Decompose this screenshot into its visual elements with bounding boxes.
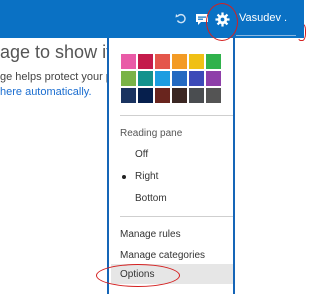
gear-icon[interactable] [209,0,235,38]
theme-swatch[interactable] [138,54,153,69]
reading-pane-right[interactable]: Right [135,171,158,182]
theme-swatch[interactable] [189,71,204,86]
options-item[interactable]: Options [120,269,154,280]
theme-swatch[interactable] [138,71,153,86]
theme-swatch[interactable] [172,88,187,103]
background-text: ge helps protect your priv [0,71,124,83]
theme-swatch[interactable] [206,71,221,86]
theme-swatch[interactable] [172,54,187,69]
selected-bullet-icon [122,175,126,179]
theme-swatch[interactable] [189,54,204,69]
user-name[interactable]: Vasudev . [239,12,287,24]
theme-swatch[interactable] [155,88,170,103]
reading-pane-off[interactable]: Off [135,149,148,160]
theme-swatch[interactable] [155,54,170,69]
reading-pane-label: Reading pane [120,128,183,139]
settings-menu: Reading pane Off Right Bottom Manage rul… [107,38,235,294]
reading-pane-bottom[interactable]: Bottom [135,193,167,204]
user-underline [236,35,296,36]
menu-divider [120,216,233,217]
theme-swatch[interactable] [121,71,136,86]
undo-icon[interactable] [170,0,192,38]
theme-swatch[interactable] [206,54,221,69]
theme-swatch[interactable] [138,88,153,103]
manage-rules-item[interactable]: Manage rules [120,229,181,240]
theme-swatches [121,54,221,103]
theme-swatch[interactable] [172,71,187,86]
theme-swatch[interactable] [121,54,136,69]
manage-categories-item[interactable]: Manage categories [120,250,205,261]
theme-swatch[interactable] [206,88,221,103]
menu-divider [120,115,233,116]
theme-swatch[interactable] [155,71,170,86]
background-link[interactable]: here automatically. [0,86,92,98]
theme-swatch[interactable] [189,88,204,103]
theme-swatch[interactable] [121,88,136,103]
top-bar: Vasudev . [0,0,304,38]
